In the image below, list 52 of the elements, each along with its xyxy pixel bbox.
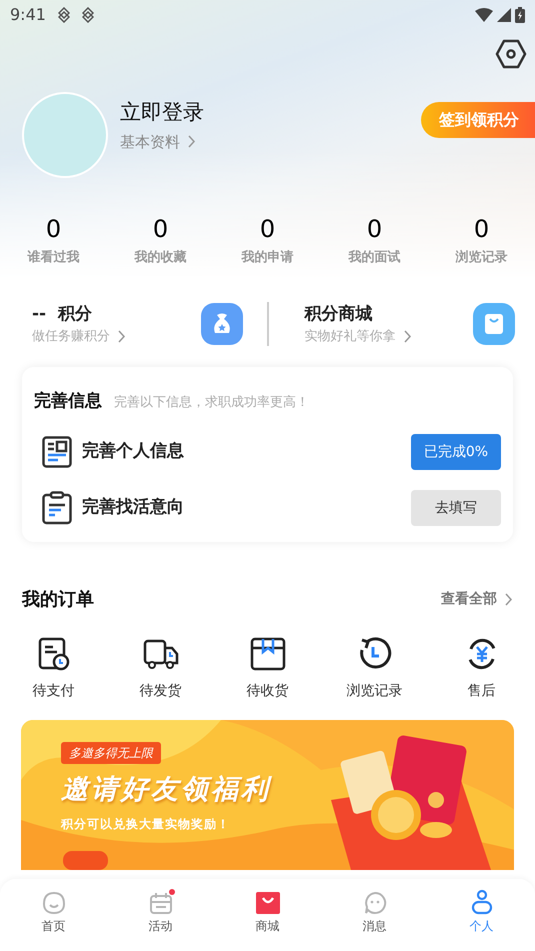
bill-clock-icon (36, 637, 70, 671)
order-status-item[interactable]: 待发货 (107, 635, 214, 702)
banner-title: 邀请好友领福利 (61, 773, 271, 807)
view-all-link[interactable]: 查看全部 (441, 589, 513, 610)
banner-tag: 多邀多得无上限 (61, 742, 161, 764)
tab-bar-item[interactable]: 商城 (214, 889, 321, 951)
app-notification-icon (82, 7, 94, 23)
section-title: 我的订单 (22, 588, 94, 612)
task-label: 完善个人信息 (82, 440, 184, 464)
chevron-right-icon (505, 593, 513, 606)
box-icon (250, 637, 286, 671)
smile-face-icon (42, 891, 66, 915)
chevron-right-icon (188, 135, 196, 148)
person-icon (470, 889, 494, 915)
shopping-bag-icon (473, 303, 515, 345)
stat-item[interactable]: 0 谁看过我 (0, 214, 107, 268)
tab-bar-item[interactable]: 首页 (0, 889, 107, 951)
card-title: 完善信息 (34, 390, 102, 412)
chat-bubble-icon (362, 891, 386, 915)
app-notification-icon (58, 7, 70, 23)
banner-subtitle: 积分可以兑换大量实物奖励！ (61, 816, 230, 832)
points-entry[interactable]: -- 积分 做任务赚积分 (20, 302, 242, 346)
money-bag-icon (200, 303, 242, 345)
stat-item[interactable]: 0 我的面试 (321, 214, 428, 268)
login-link[interactable]: 立即登录 (120, 97, 204, 128)
order-status-item[interactable]: 待支付 (0, 635, 107, 702)
points-entry[interactable]: 积分商城 实物好礼等你拿 (292, 302, 515, 346)
tab-bar-item[interactable]: 活动 (107, 889, 214, 951)
settings-button[interactable] (495, 38, 527, 70)
order-status-item[interactable]: 浏览记录 (321, 635, 428, 702)
task-label: 完善找活意向 (82, 496, 184, 520)
card-hint: 完善以下信息，求职成功率更高！ (114, 394, 309, 412)
stat-item[interactable]: 0 浏览记录 (428, 214, 535, 268)
fill-in-button[interactable]: 去填写 (411, 490, 501, 526)
order-status-item[interactable]: 待收货 (214, 635, 321, 702)
stat-item[interactable]: 0 我的收藏 (107, 214, 214, 268)
battery-icon (515, 7, 525, 23)
truck-icon (142, 637, 178, 671)
chevron-right-icon (404, 330, 412, 344)
tab-bar-item[interactable]: 消息 (321, 889, 428, 951)
wifi-icon (475, 8, 493, 22)
stat-item[interactable]: 0 我的申请 (214, 214, 321, 268)
id-card-icon (42, 436, 72, 468)
shopping-bag-icon (254, 891, 280, 915)
signal-icon (497, 8, 511, 22)
clipboard-icon (42, 491, 72, 525)
order-status-item[interactable]: 售后 (428, 635, 535, 702)
calendar-icon (148, 891, 172, 915)
tab-bar-item[interactable]: 个人 (428, 889, 535, 951)
clock-time: 9:41 (10, 4, 46, 26)
chevron-right-icon (118, 330, 126, 344)
progress-button[interactable]: 已完成0% (411, 434, 501, 470)
